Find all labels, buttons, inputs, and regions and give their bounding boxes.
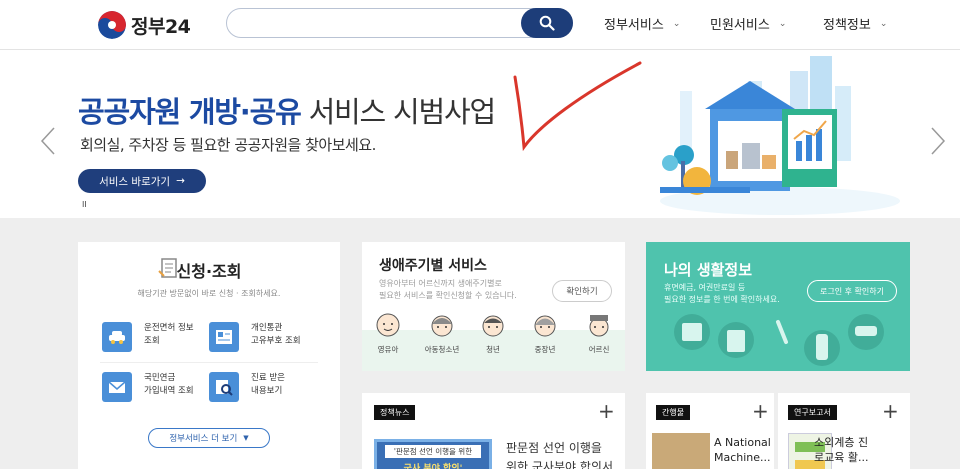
life-cycle-check-button[interactable]: 확인하기 — [552, 280, 612, 302]
news-thumbnail[interactable]: '판문점 선언 이행을 위한 군사 분야 합의' — [374, 439, 492, 469]
car-icon — [102, 322, 132, 352]
arrow-right-icon: → — [176, 175, 185, 187]
nav-government-services[interactable]: 정부서비스 ⌄ — [604, 14, 680, 33]
main-banner: 공공자원 개방·공유 서비스 시범사업 회의실, 주차장 등 필요한 공공자원을… — [0, 51, 960, 218]
apply-inquiry-card: 신청·조회 해당기관 방문없이 바로 신청 · 조회하세요. 운전면허 정보 조회… — [78, 242, 340, 469]
id-card-icon — [209, 322, 239, 352]
content-area: 신청·조회 해당기관 방문없이 바로 신청 · 조회하세요. 운전면허 정보 조회… — [0, 218, 960, 469]
policy-news-card: 정책뉴스 + '판문점 선언 이행을 위한 군사 분야 합의' 판문점 선언 이… — [362, 393, 625, 469]
public-resources-illustration — [660, 56, 900, 215]
stage-young-adult[interactable]: 청년 — [473, 312, 513, 355]
header: 정부24 정부서비스 ⌄ 민원서비스 ⌄ 정책정보 ⌄ — [0, 0, 960, 50]
my-life-info-description: 휴면예금, 여권만료일 등 필요한 정보를 한 번에 확인하세요. — [664, 283, 780, 304]
stage-label: 영유아 — [377, 345, 399, 354]
life-cycle-description: 영유아부터 어르신까지 생애주기별로 필요한 서비스를 확인신청할 수 있습니다… — [379, 279, 517, 300]
stage-infant[interactable]: 영유아 — [368, 312, 408, 355]
login-check-button[interactable]: 로그인 후 확인하기 — [807, 280, 897, 302]
stage-label: 아동청소년 — [424, 345, 460, 354]
pause-icon[interactable]: II — [82, 200, 87, 209]
logo-text: 정부24 — [131, 15, 191, 38]
taegeuk-logo-icon — [98, 11, 126, 39]
stage-middle-aged[interactable]: 중장년 — [525, 312, 565, 355]
nav-label: 민원서비스 — [710, 18, 770, 33]
search-icon — [539, 15, 555, 31]
service-medical-history[interactable]: 진료 받은 내용보기 — [209, 372, 285, 402]
apply-description: 해당기관 방문없이 바로 신청 · 조회하세요. — [137, 289, 281, 298]
my-life-info-card: 나의 생활정보 휴면예금, 여권만료일 등 필요한 정보를 한 번에 확인하세요… — [646, 242, 910, 371]
button-label: 정부서비스 더 보기 — [169, 434, 238, 444]
search-button[interactable] — [521, 8, 573, 38]
nav-label: 정부서비스 — [604, 18, 664, 33]
stage-senior[interactable]: 어르신 — [579, 312, 619, 355]
stage-label: 어르신 — [588, 345, 610, 354]
nav-civil-services[interactable]: 민원서비스 ⌄ — [710, 14, 786, 33]
chevron-down-icon: ▼ — [243, 434, 249, 442]
youth-icon — [431, 315, 453, 337]
life-info-icons — [674, 314, 884, 366]
research-report-tag: 연구보고서 — [788, 405, 837, 420]
policy-news-tag: 정책뉴스 — [374, 405, 416, 420]
news-headline[interactable]: 판문점 선언 이행을 위한 군사분야 합의서 — [506, 439, 616, 469]
plus-icon[interactable]: + — [882, 401, 899, 421]
check-mark-annotation — [513, 61, 642, 152]
publication-title[interactable]: A National Machine... — [714, 435, 771, 465]
life-cycle-card: 생애주기별 서비스 영유아부터 어르신까지 생애주기별로 필요한 서비스를 확인… — [362, 242, 625, 371]
apply-title: 신청·조회 — [176, 262, 242, 281]
service-label: 운전면허 정보 조회 — [144, 323, 194, 346]
nav-label: 정책정보 — [823, 18, 871, 33]
search-input[interactable] — [241, 9, 531, 37]
service-shortcut-button[interactable]: 서비스 바로가기 → — [78, 169, 206, 193]
plus-icon[interactable]: + — [598, 401, 615, 421]
nav-policy-info[interactable]: 정책정보 ⌄ — [823, 14, 887, 33]
service-label: 국민연금 가입내역 조회 — [144, 373, 194, 396]
service-customs-code[interactable]: 개인통관 고유부호 조회 — [209, 322, 301, 352]
my-life-info-title: 나의 생활정보 — [664, 261, 753, 279]
button-label: 서비스 바로가기 — [99, 175, 171, 188]
chevron-down-icon: ⌄ — [778, 18, 787, 29]
infant-icon — [376, 313, 400, 337]
more-government-services-button[interactable]: 정부서비스 더 보기 ▼ — [148, 428, 270, 448]
service-national-pension[interactable]: 국민연금 가입내역 조회 — [102, 372, 194, 402]
service-label: 진료 받은 내용보기 — [251, 373, 285, 396]
service-label: 개인통관 고유부호 조회 — [251, 323, 301, 346]
life-cycle-title: 생애주기별 서비스 — [379, 258, 487, 274]
stage-label: 청년 — [486, 345, 500, 354]
envelope-icon — [102, 372, 132, 402]
banner-subtitle: 회의실, 주차장 등 필요한 공공자원을 찾아보세요. — [80, 136, 376, 154]
plus-icon[interactable]: + — [752, 401, 769, 421]
chevron-down-icon: ⌄ — [879, 18, 888, 29]
banner-title-rest: 서비스 시범사업 — [300, 95, 497, 129]
senior-icon — [589, 315, 609, 337]
logo[interactable]: 정부24 — [98, 11, 191, 39]
search-box — [226, 8, 573, 38]
medical-search-icon — [209, 372, 239, 402]
banner-title: 공공자원 개방·공유 서비스 시범사업 — [78, 89, 497, 131]
middle-aged-icon — [534, 315, 556, 337]
divider — [100, 362, 318, 363]
publication-cover[interactable] — [652, 433, 710, 469]
service-driver-license[interactable]: 운전면허 정보 조회 — [102, 322, 194, 352]
report-title[interactable]: 소외계층 진 로교육 활... — [814, 435, 868, 465]
chevron-down-icon: ⌄ — [672, 18, 681, 29]
banner-prev-icon[interactable] — [40, 126, 56, 156]
stage-youth[interactable]: 아동청소년 — [422, 312, 462, 355]
publication-card: 간행물 + A National Machine... — [646, 393, 774, 469]
research-report-card: 연구보고서 + 소외계층 진 로교육 활... — [778, 393, 910, 469]
banner-next-icon[interactable] — [930, 126, 946, 156]
publication-tag: 간행물 — [656, 405, 691, 420]
young-adult-icon — [482, 315, 504, 337]
stage-label: 중장년 — [534, 345, 556, 354]
banner-title-highlight: 공공자원 개방·공유 — [78, 95, 302, 129]
